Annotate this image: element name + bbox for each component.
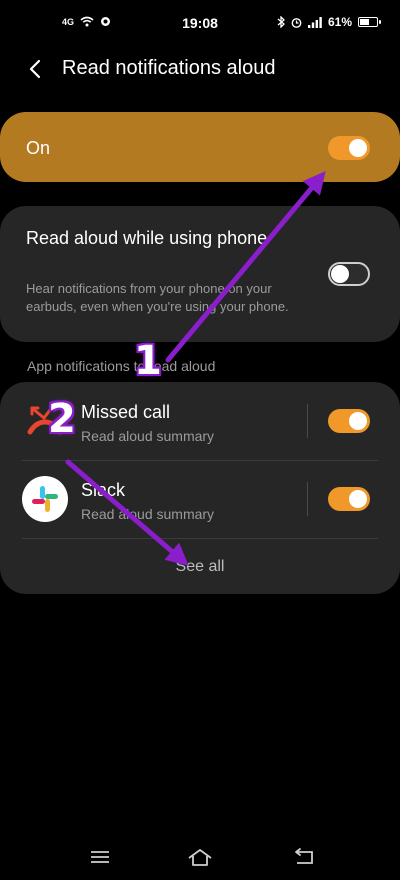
read-aloud-phone-card[interactable]: Read aloud while using phone Hear notifi… xyxy=(0,206,400,342)
read-aloud-phone-toggle[interactable] xyxy=(328,262,370,286)
back-icon[interactable] xyxy=(290,846,318,868)
home-icon[interactable] xyxy=(186,846,214,868)
back-arrow-icon[interactable] xyxy=(22,55,50,83)
header: Read notifications aloud xyxy=(0,52,400,86)
app-name: Slack xyxy=(81,480,126,500)
toggle-knob xyxy=(349,490,367,508)
slack-toggle[interactable] xyxy=(328,487,370,511)
toggle-knob xyxy=(349,412,367,430)
toggle-knob xyxy=(331,265,349,283)
toggle-knob xyxy=(349,139,367,157)
read-aloud-phone-description: Hear notifications from your phone on yo… xyxy=(26,281,289,314)
battery-percent: 61% xyxy=(327,15,352,29)
main-switch-toggle[interactable] xyxy=(328,136,370,160)
alarm-icon xyxy=(291,17,302,28)
read-aloud-phone-title: Read aloud while using phone xyxy=(26,228,268,248)
page-title: Read notifications aloud xyxy=(62,57,276,79)
battery-icon xyxy=(358,17,381,27)
main-switch-label: On xyxy=(26,138,51,158)
see-all-link[interactable]: See all xyxy=(0,558,400,576)
annotation-label-1: 1 xyxy=(134,338,162,384)
row-divider xyxy=(307,404,308,438)
menu-icon[interactable] xyxy=(86,846,114,868)
app-subtitle: Read aloud summary xyxy=(81,506,215,522)
bluetooth-icon xyxy=(277,16,285,28)
app-row-slack[interactable]: Slack Read aloud summary xyxy=(0,460,400,538)
slack-icon xyxy=(22,476,68,522)
status-bar: 4G 19:08 61% xyxy=(0,0,400,46)
annotation-label-2: 2 xyxy=(48,396,76,442)
row-divider xyxy=(307,482,308,516)
signal-icon xyxy=(307,16,322,28)
app-subtitle: Read aloud summary xyxy=(81,428,215,444)
navigation-bar xyxy=(0,840,400,880)
app-section-header: App notifications to read aloud xyxy=(27,358,216,374)
app-name: Missed call xyxy=(81,402,171,422)
battery-fill xyxy=(360,19,369,25)
status-right: 61% xyxy=(277,15,381,29)
list-divider xyxy=(22,538,378,539)
main-switch-bar[interactable]: On xyxy=(0,112,400,182)
missed-call-toggle[interactable] xyxy=(328,409,370,433)
